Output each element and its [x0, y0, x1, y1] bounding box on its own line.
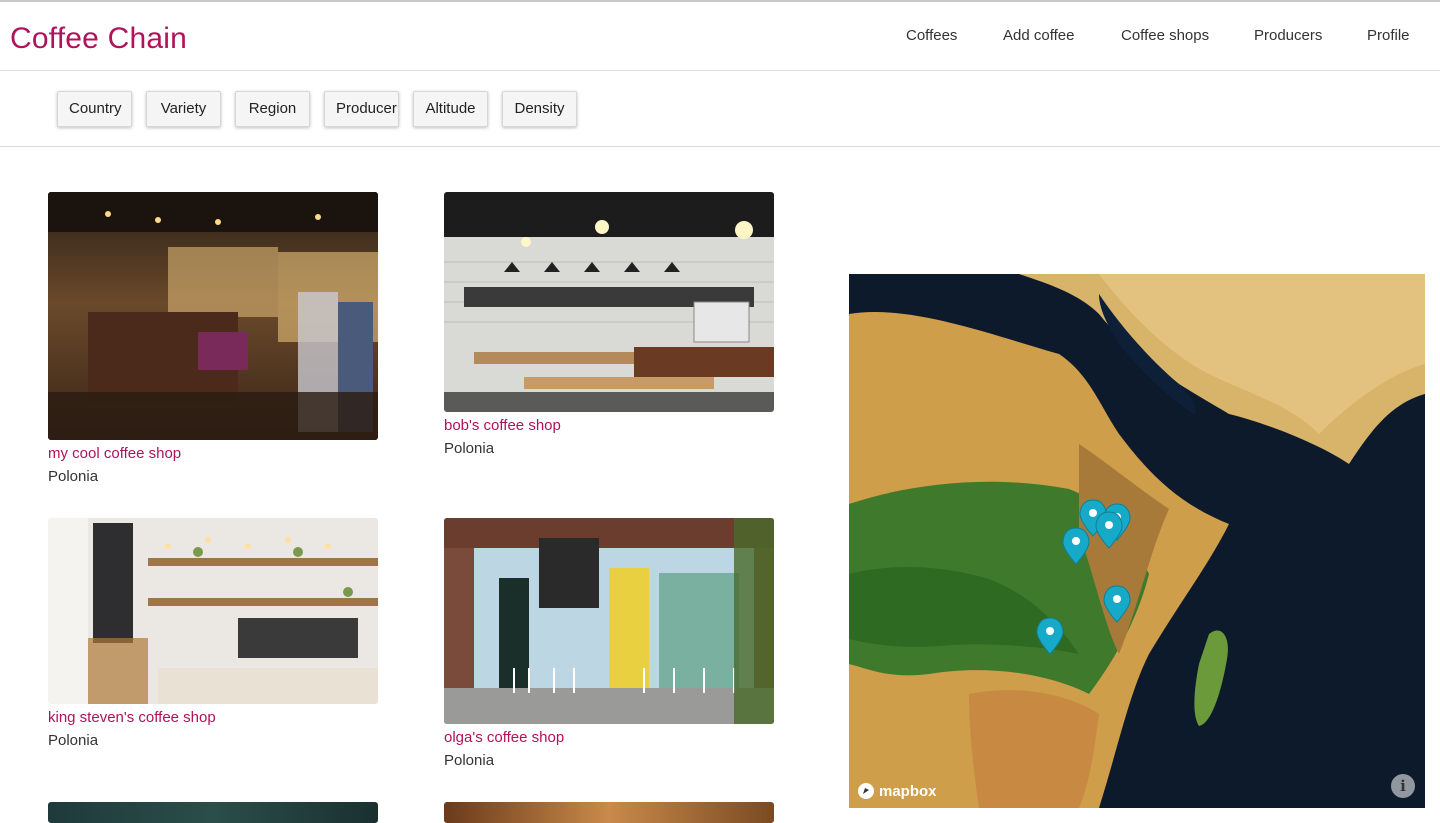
map-markers: [1036, 499, 1131, 655]
map-marker: [1062, 527, 1090, 565]
shop-card[interactable]: king steven's coffee shop Polonia: [48, 518, 378, 749]
shop-name-link[interactable]: olga's coffee shop: [444, 729, 774, 746]
filter-country-button[interactable]: Country: [57, 91, 132, 127]
mapbox-icon: [858, 783, 874, 799]
shops-map[interactable]: mapbox i: [849, 274, 1425, 808]
shop-name-link[interactable]: bob's coffee shop: [444, 417, 774, 434]
shop-card[interactable]: bob's coffee shop Polonia: [444, 192, 774, 457]
map-marker: [1103, 585, 1131, 623]
shop-photo[interactable]: [444, 802, 774, 823]
shop-country: Polonia: [444, 440, 495, 457]
map-marker: [1095, 511, 1123, 549]
shop-photo[interactable]: [48, 518, 378, 704]
nav-add-coffee[interactable]: Add coffee: [1003, 27, 1074, 44]
mapbox-logo[interactable]: mapbox: [857, 782, 937, 800]
shop-card[interactable]: [48, 802, 378, 823]
app-header: Coffee Chain Coffees Add coffee Coffee s…: [0, 2, 1440, 71]
filter-variety-button[interactable]: Variety: [146, 91, 221, 127]
shop-country: Polonia: [48, 468, 99, 485]
filter-region-button[interactable]: Region: [235, 91, 310, 127]
nav-producers[interactable]: Producers: [1254, 27, 1322, 44]
filter-density-button[interactable]: Density: [502, 91, 577, 127]
app-title[interactable]: Coffee Chain: [10, 22, 187, 56]
shop-card[interactable]: my cool coffee shop Polonia: [48, 192, 378, 485]
nav-coffee-shops[interactable]: Coffee shops: [1121, 27, 1209, 44]
map-marker: [1036, 617, 1064, 655]
nav-profile[interactable]: Profile: [1367, 27, 1410, 44]
shop-photo[interactable]: [444, 192, 774, 412]
shop-photo[interactable]: [48, 192, 378, 440]
filter-producer-button[interactable]: Producer: [324, 91, 399, 127]
shop-name-link[interactable]: king steven's coffee shop: [48, 709, 378, 726]
shop-photo[interactable]: [444, 518, 774, 724]
nav-coffees[interactable]: Coffees: [906, 27, 957, 44]
shop-card[interactable]: [444, 802, 774, 823]
filter-altitude-button[interactable]: Altitude: [413, 91, 488, 127]
shop-country: Polonia: [48, 732, 99, 749]
shop-name-link[interactable]: my cool coffee shop: [48, 445, 378, 462]
filter-bar: Country Variety Region Producer Altitude…: [0, 71, 1440, 147]
shop-country: Polonia: [444, 752, 495, 769]
info-icon[interactable]: i: [1391, 774, 1415, 798]
shop-card[interactable]: olga's coffee shop Polonia: [444, 518, 774, 769]
shop-photo[interactable]: [48, 802, 378, 823]
mapbox-attribution: mapbox: [879, 782, 937, 800]
